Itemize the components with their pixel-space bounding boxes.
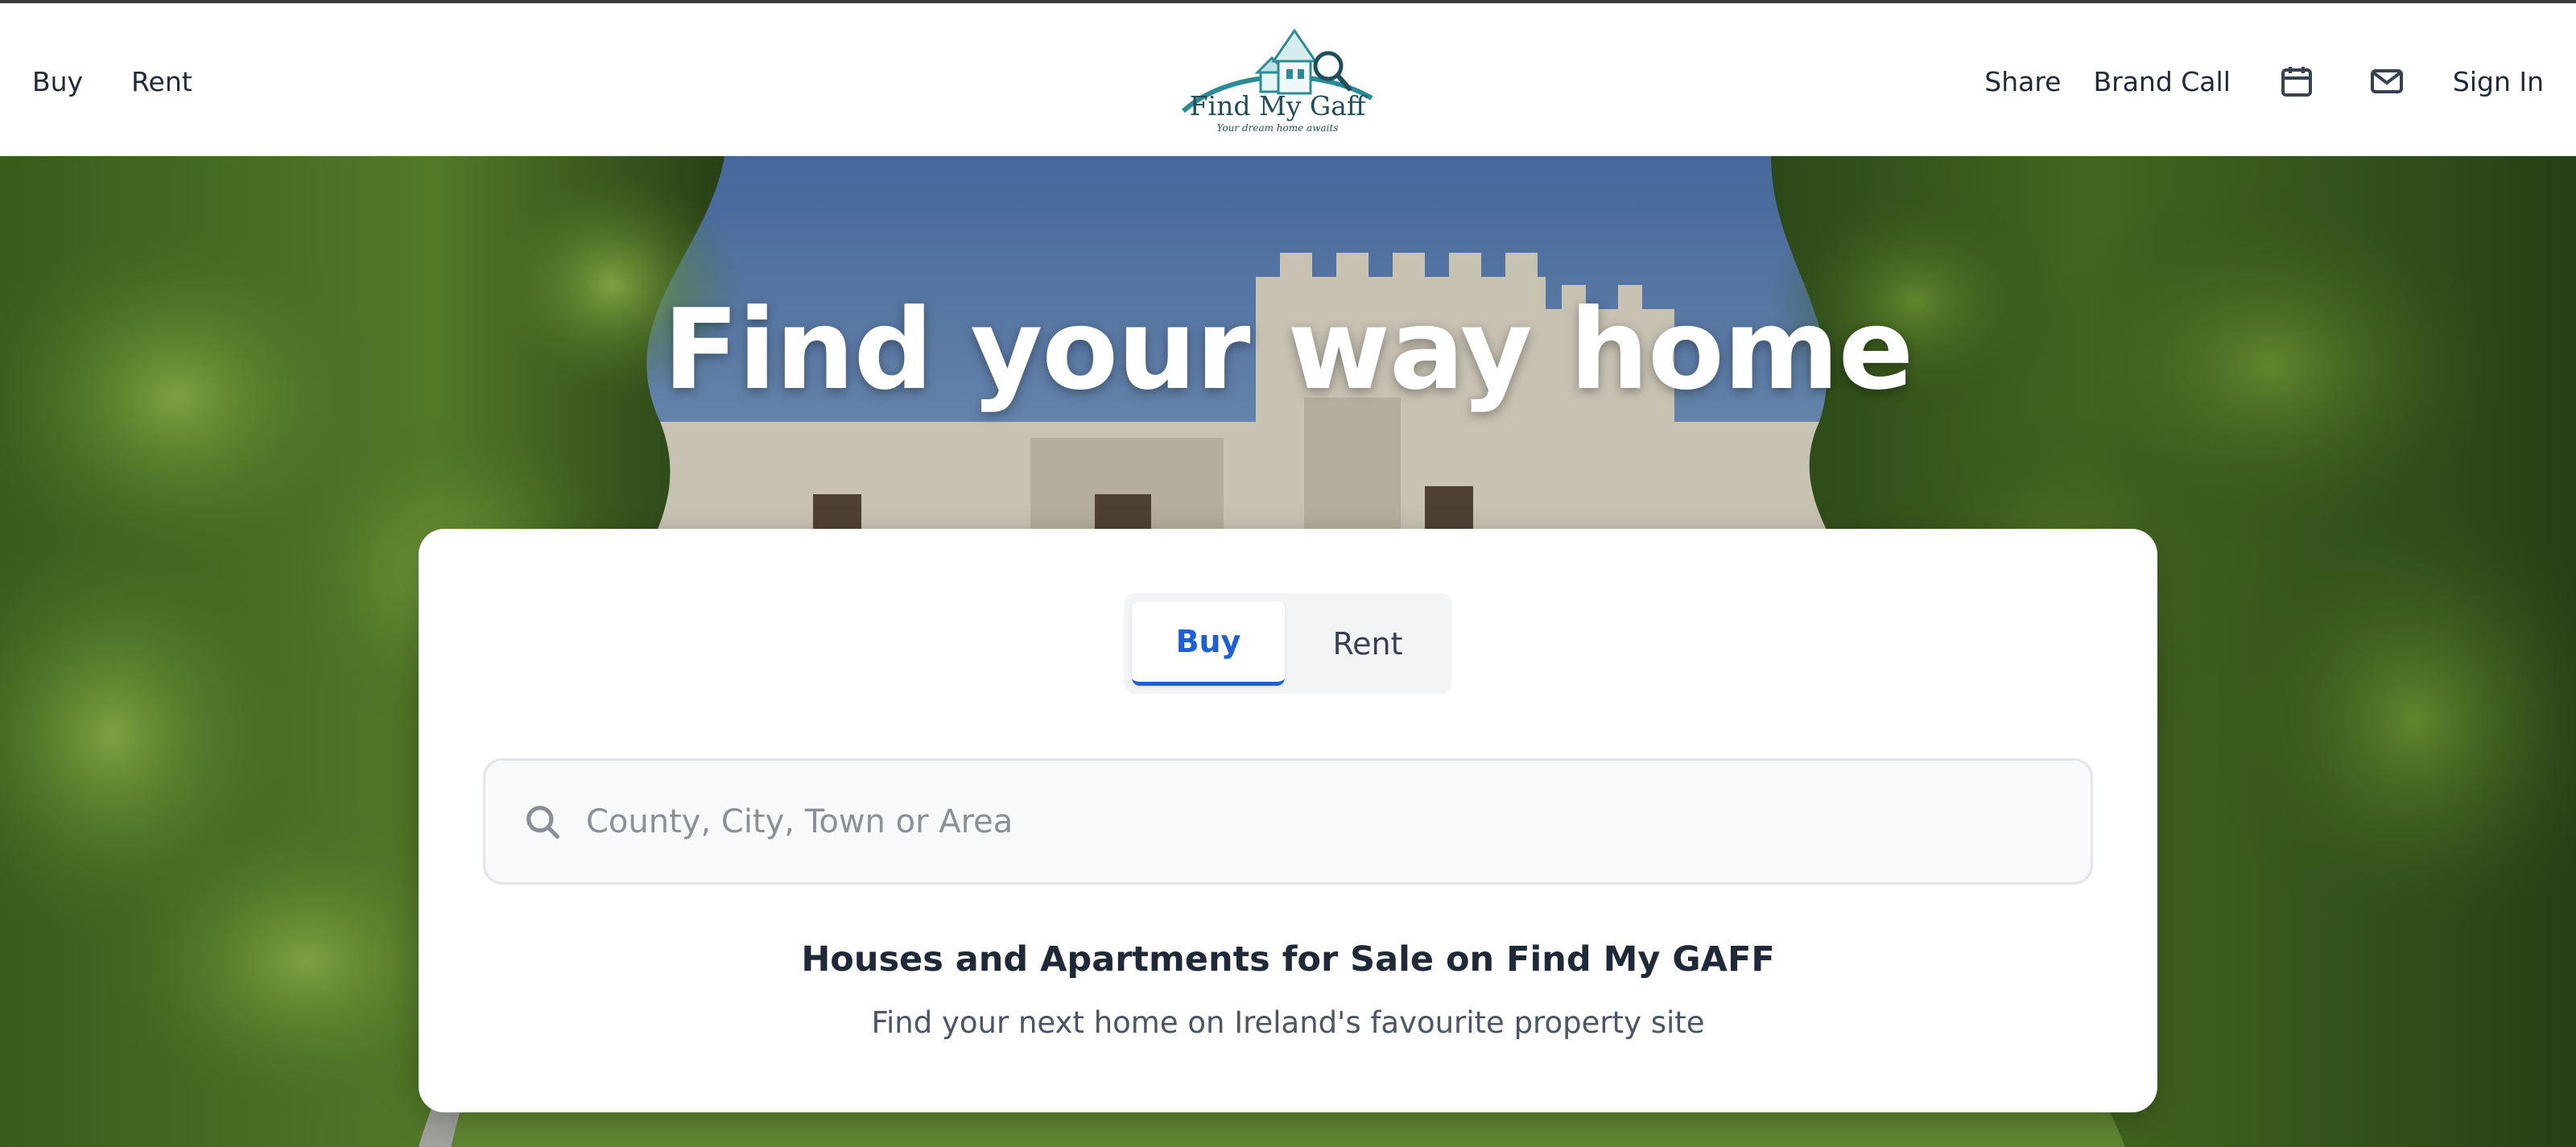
site-header: Buy Rent Find My Gaff Your dream home aw… xyxy=(0,0,2576,156)
card-heading: Houses and Apartments for Sale on Find M… xyxy=(801,939,1775,980)
card-subheading: Find your next home on Ireland's favouri… xyxy=(871,1005,1705,1040)
tab-rent[interactable]: Rent xyxy=(1291,601,1444,686)
calendar-button[interactable] xyxy=(2273,57,2321,105)
nav-buy-link[interactable]: Buy xyxy=(32,66,83,97)
tab-buy[interactable]: Buy xyxy=(1132,601,1285,686)
logo-wordmark: Find My Gaff xyxy=(1189,90,1366,122)
hero-title: Find your way home xyxy=(663,285,1914,415)
nav-rent-link[interactable]: Rent xyxy=(131,66,192,97)
sign-in-link[interactable]: Sign In xyxy=(2453,66,2544,97)
search-icon xyxy=(522,801,564,843)
calendar-icon xyxy=(2281,67,2312,97)
share-link[interactable]: Share xyxy=(1984,66,2061,97)
brand-call-link[interactable]: Brand Call xyxy=(2093,66,2230,97)
location-search-input[interactable] xyxy=(586,781,2091,862)
primary-nav: Buy Rent xyxy=(32,3,192,159)
mail-icon xyxy=(2370,69,2403,93)
mail-button[interactable] xyxy=(2363,57,2411,105)
logo-tagline: Your dream home awaits xyxy=(1216,122,1339,134)
location-search-box[interactable] xyxy=(483,758,2093,885)
search-card: Buy Rent Houses and Apartments for Sale … xyxy=(419,529,2157,1112)
buy-rent-toggle: Buy Rent xyxy=(1124,593,1452,694)
site-logo[interactable]: Find My Gaff Your dream home awaits xyxy=(1177,24,1378,143)
secondary-nav: Share Brand Call Sign In xyxy=(1952,3,2544,159)
